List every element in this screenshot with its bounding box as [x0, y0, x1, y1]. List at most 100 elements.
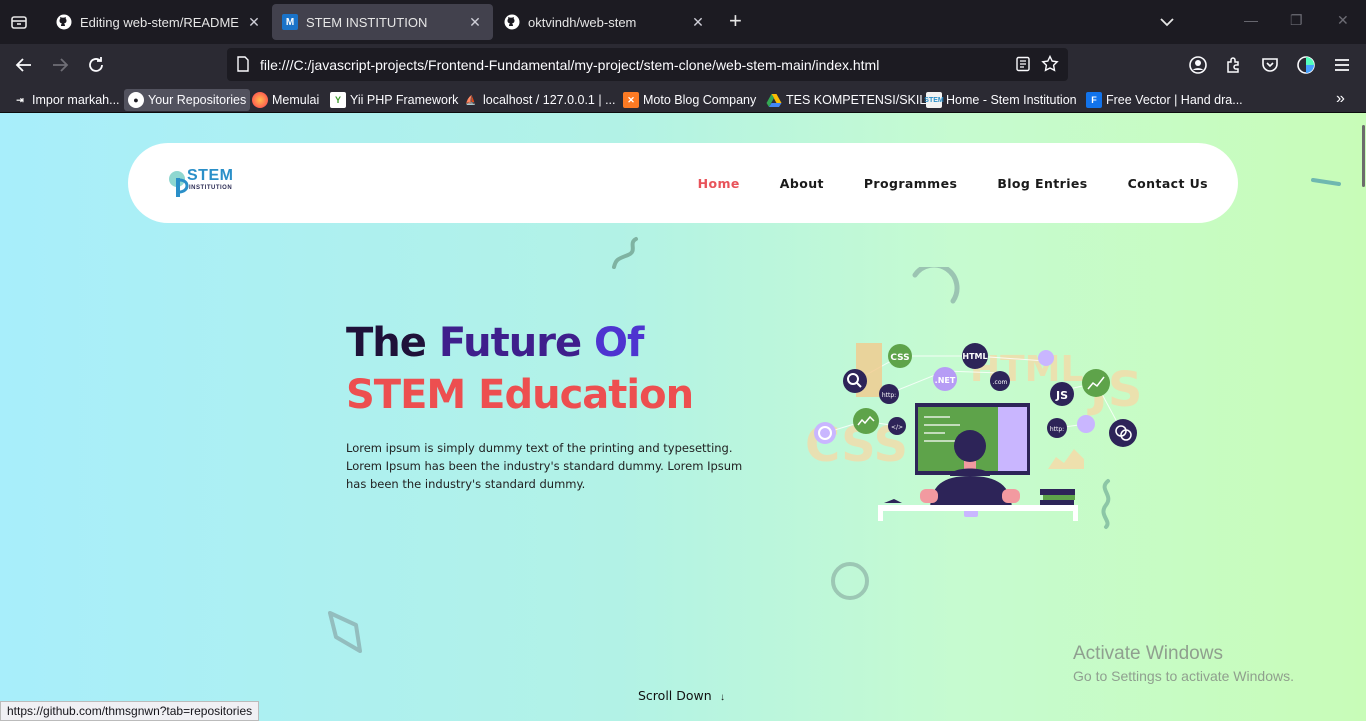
svg-text:http:: http:: [1050, 426, 1064, 433]
activate-windows-watermark: Activate Windows Go to Settings to activ…: [1073, 643, 1294, 684]
nav-programmes[interactable]: Programmes: [864, 176, 957, 191]
activate-windows-subtitle: Go to Settings to activate Windows.: [1073, 668, 1294, 684]
svg-text:http:: http:: [882, 392, 896, 399]
bookmark-label: Yii PHP Framework: [350, 93, 459, 107]
squiggle-shape-icon: [612, 237, 638, 269]
arrow-down-icon[interactable]: ↓: [720, 692, 725, 703]
tab-title: Editing web-stem/README.md: [80, 14, 240, 30]
navigation-toolbar: file:///C:/javascript-projects/Frontend-…: [0, 44, 1366, 86]
hamburger-menu-icon[interactable]: [1332, 55, 1352, 75]
ring-shape-icon: [831, 562, 869, 600]
svg-text:.com: .com: [993, 379, 1008, 386]
hero-title-line2: STEM Education: [346, 372, 694, 418]
import-icon: ⇥: [16, 94, 24, 105]
bookmark-yii[interactable]: Y Yii PHP Framework: [326, 89, 462, 111]
main-nav: Home About Programmes Blog Entries Conta…: [698, 176, 1208, 191]
bookmark-label: Your Repositories: [148, 93, 247, 107]
svg-text:</>: </>: [891, 424, 903, 431]
site-logo[interactable]: STEM INSTITUTION: [168, 166, 248, 200]
site-header: STEM INSTITUTION Home About Programmes B…: [128, 143, 1238, 223]
bookmark-label: Home - Stem Institution: [946, 93, 1077, 107]
pocket-icon[interactable]: [1260, 55, 1280, 75]
scroll-down-link[interactable]: Scroll Down: [638, 688, 712, 703]
hero-description: Lorem ipsum is simply dummy text of the …: [346, 441, 743, 491]
bookmark-memulai[interactable]: Memulai: [248, 89, 323, 111]
close-tab-icon[interactable]: ✕: [690, 14, 706, 31]
bookmark-freepik[interactable]: F Free Vector | Hand dra...: [1082, 89, 1247, 111]
logo-word: STEM: [187, 167, 234, 184]
hero-title-line1: The Future Of: [346, 317, 693, 369]
hero-title-word-the: The: [346, 320, 439, 366]
reader-view-icon[interactable]: [1015, 56, 1031, 72]
tab-bar: Editing web-stem/README.md ✕ M STEM INST…: [0, 0, 1366, 44]
bookmark-star-icon[interactable]: [1041, 55, 1059, 73]
account-icon[interactable]: [1188, 55, 1208, 75]
scrollbar-thumb[interactable]: [1362, 125, 1365, 187]
coding-illustration: CSS HTML JS CSS HTML .NET .com http: JS …: [805, 343, 1142, 521]
svg-text:.NET: .NET: [935, 376, 956, 385]
reload-icon[interactable]: [86, 55, 106, 75]
page-icon[interactable]: [235, 56, 251, 72]
firefox-view-icon[interactable]: [9, 12, 29, 32]
bookmark-import[interactable]: ⇥ Impor markah...: [8, 89, 124, 111]
google-drive-icon: [766, 92, 782, 108]
stem-icon: STEM: [924, 92, 944, 108]
bookmark-your-repositories[interactable]: ● Your Repositories: [124, 89, 251, 111]
bookmark-label: localhost / 127.0.0.1 | ...: [483, 93, 616, 107]
link-status-tooltip: https://github.com/thmsgnwn?tab=reposito…: [0, 701, 260, 721]
svg-text:JS: JS: [1055, 389, 1068, 402]
tab-title: STEM INSTITUTION: [306, 14, 428, 30]
svg-text:HTML: HTML: [962, 352, 987, 361]
m-favicon-icon: M: [282, 14, 298, 30]
tab-stem-institution[interactable]: M STEM INSTITUTION ✕: [272, 4, 493, 40]
nav-home[interactable]: Home: [698, 176, 740, 191]
tab-readme[interactable]: Editing web-stem/README.md ✕: [46, 2, 272, 42]
svg-text:CSS: CSS: [890, 353, 909, 363]
extensions-icon[interactable]: [1224, 55, 1244, 75]
bookmark-label: Memulai: [272, 93, 320, 107]
restore-icon[interactable]: ❐: [1290, 12, 1303, 29]
activate-windows-title: Activate Windows: [1073, 643, 1223, 664]
forward-arrow-icon[interactable]: [50, 55, 70, 75]
nav-contact-us[interactable]: Contact Us: [1128, 176, 1208, 191]
yii-icon: Y: [330, 92, 346, 108]
back-arrow-icon[interactable]: [14, 55, 34, 75]
github-icon: [56, 14, 72, 30]
new-tab-plus-icon[interactable]: +: [729, 10, 742, 32]
page-viewport: STEM INSTITUTION Home About Programmes B…: [0, 113, 1366, 721]
dash-shape-icon: [1311, 178, 1341, 186]
diamond-shape-icon: [328, 611, 362, 653]
bookmark-home-stem[interactable]: STEM Home - Stem Institution: [922, 89, 1081, 111]
firefox-icon: [252, 92, 268, 108]
close-tab-icon[interactable]: ✕: [467, 14, 483, 31]
close-tab-icon[interactable]: ✕: [246, 14, 262, 31]
tab-title: oktvindh/web-stem: [528, 14, 637, 30]
nav-blog-entries[interactable]: Blog Entries: [997, 176, 1087, 191]
bookmark-label: Free Vector | Hand dra...: [1106, 93, 1243, 107]
github-icon: [504, 14, 520, 30]
chevron-double-right-icon[interactable]: »: [1336, 90, 1345, 108]
freepik-icon: F: [1086, 92, 1102, 108]
arc-shape-icon: [912, 267, 960, 304]
url-text[interactable]: file:///C:/javascript-projects/Frontend-…: [260, 57, 879, 73]
minimize-icon[interactable]: —: [1244, 12, 1258, 28]
hero-title-word-future: Future: [438, 320, 595, 366]
hero-title: The Future Of STEM Education: [346, 317, 694, 421]
page-scrollbar[interactable]: [1360, 113, 1366, 721]
tab-web-stem[interactable]: oktvindh/web-stem ✕: [494, 2, 716, 42]
firefox-color-icon[interactable]: [1296, 55, 1316, 75]
logo-subtitle: INSTITUTION: [189, 185, 233, 191]
bookmark-label: Impor markah...: [32, 93, 120, 107]
nav-about[interactable]: About: [780, 176, 824, 191]
hero-title-word-of: Of: [594, 320, 644, 366]
phpmyadmin-icon: ⛵: [465, 94, 477, 105]
bookmarks-toolbar: ⇥ Impor markah... ● Your Repositories Me…: [0, 86, 1366, 113]
address-bar[interactable]: file:///C:/javascript-projects/Frontend-…: [227, 48, 1068, 81]
github-icon: ●: [128, 92, 144, 108]
window-close-icon[interactable]: ✕: [1337, 12, 1349, 29]
chevron-down-icon[interactable]: [1158, 13, 1176, 31]
bookmark-label: TES KOMPETENSI/SKIL...: [786, 93, 937, 107]
bookmark-localhost[interactable]: ⛵ localhost / 127.0.0.1 | ...: [459, 89, 620, 111]
bookmark-tes-kompetensi[interactable]: TES KOMPETENSI/SKIL...: [762, 89, 941, 111]
bookmark-moto-blog[interactable]: ✕ Moto Blog Company: [619, 89, 760, 111]
